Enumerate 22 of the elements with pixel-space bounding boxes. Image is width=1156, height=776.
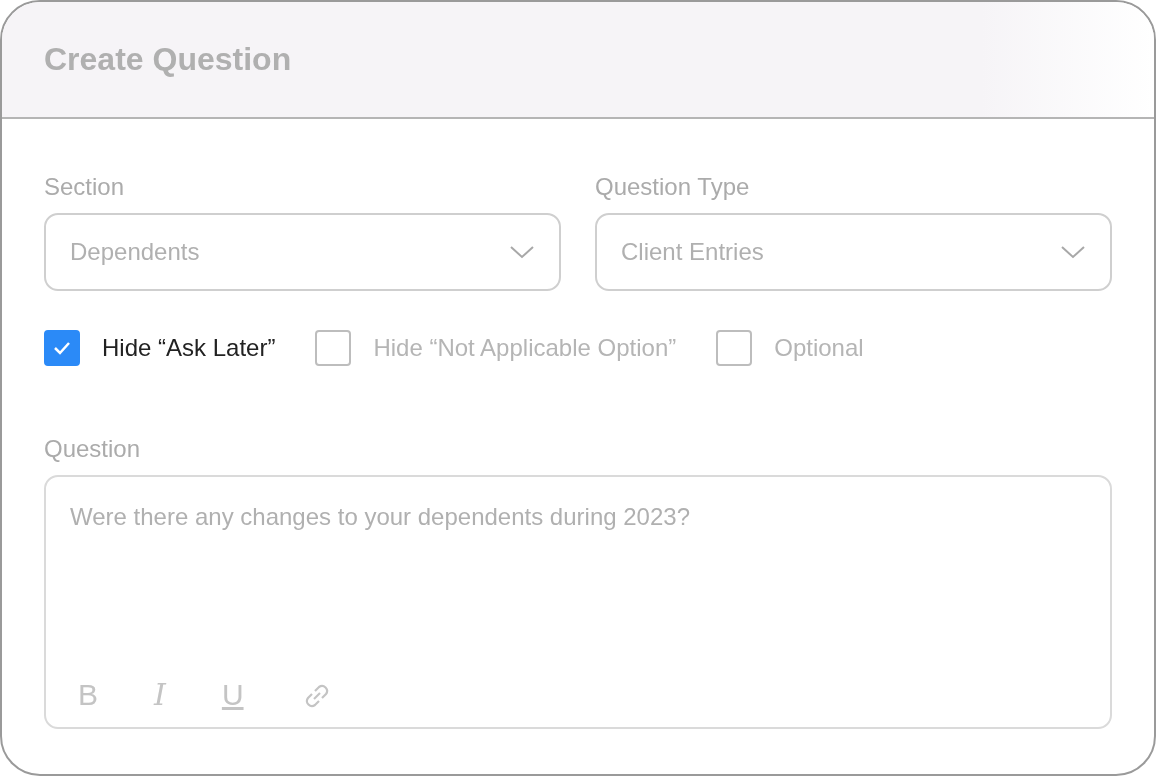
underline-button[interactable]: U (213, 679, 252, 710)
dropdown-field[interactable]: Dependents (44, 213, 561, 291)
field-label: Section (44, 172, 126, 202)
placeholder-text: Were there any changes to your dependents during 2023? (70, 502, 691, 532)
checkbox[interactable] (44, 330, 80, 366)
dropdown-value: Client Entries (621, 237, 764, 267)
bold-button[interactable]: B (70, 679, 106, 710)
field-label: Question (44, 434, 142, 464)
italic-button[interactable]: I (146, 679, 174, 710)
chevron-down-icon (1060, 244, 1086, 260)
checkbox-label[interactable]: Hide “Ask Later” (102, 330, 276, 366)
field-label: Question Type (595, 172, 751, 202)
dialog-title: Create Question (44, 40, 292, 79)
checkmark-icon (52, 340, 72, 356)
dropdown-field[interactable]: Client Entries (595, 213, 1112, 291)
chevron-down-icon (509, 244, 535, 260)
checkbox-label[interactable]: Hide “Not Applicable Option” (373, 330, 677, 366)
checkbox-label[interactable]: Optional (774, 330, 864, 366)
checkbox[interactable] (315, 330, 352, 366)
checkbox[interactable] (716, 330, 753, 366)
question-editor[interactable]: Were there any changes to your dependents during 2023? B I U (44, 475, 1112, 729)
dropdown-value: Dependents (70, 237, 200, 267)
